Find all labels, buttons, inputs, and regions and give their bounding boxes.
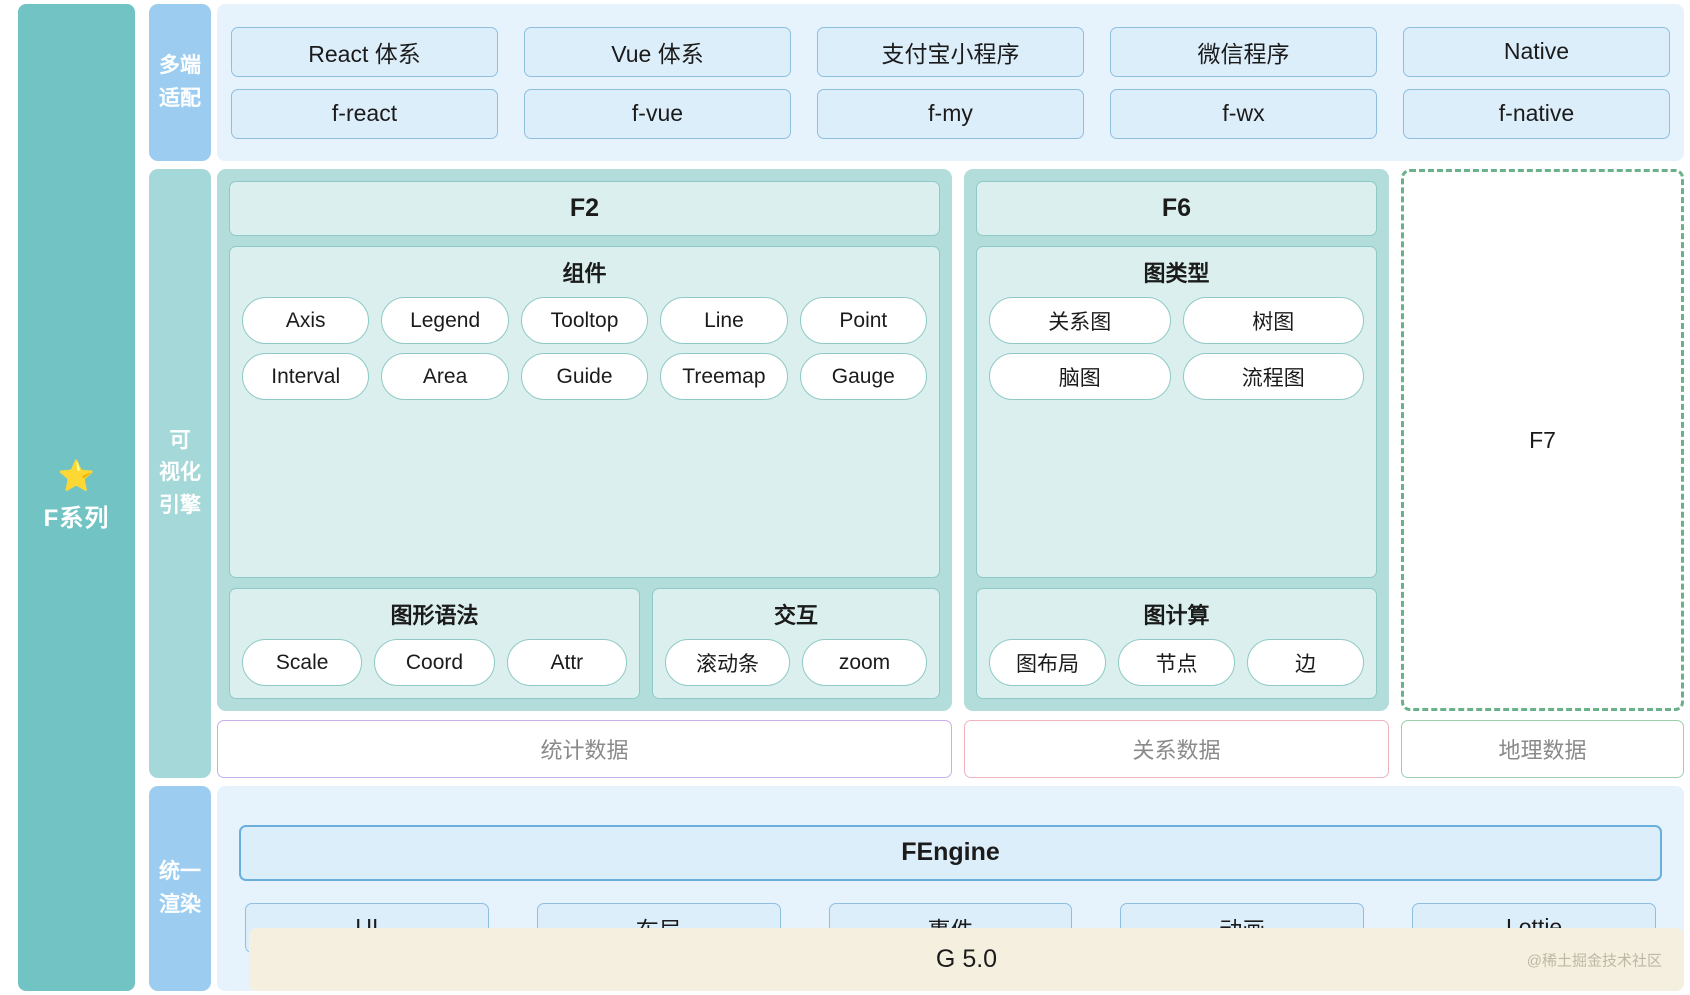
brand-label: F系列 — [43, 505, 110, 532]
star-icon: ⭐ — [57, 460, 96, 493]
f7-card: F7 — [1401, 169, 1684, 711]
component-pill: Treemap — [660, 353, 788, 400]
stage-label-line: 可 — [169, 428, 191, 452]
stage-label-line: 多端 — [159, 53, 201, 77]
f2-grammar-card: 图形语法 Scale Coord Attr — [229, 588, 640, 699]
package-row: f-react f-vue f-my f-wx f-native — [231, 88, 1670, 139]
f2-components-title: 组件 — [562, 261, 607, 286]
f6-graph-compute-title: 图计算 — [1143, 603, 1210, 628]
brand-rail: ⭐ F系列 — [0, 0, 143, 995]
f6-graph-compute-row: 图布局 节点边 — [989, 639, 1364, 686]
engine-row: F2 组件 Axis Legend Tooltop Line Point Interva… — [217, 169, 1684, 711]
f2-components-row-1: Axis Legend Tooltop Line Point — [242, 297, 928, 344]
interaction-pill: zoom — [802, 639, 927, 686]
footer-band: G 5.0 @稀土掘金技术社区 — [249, 928, 1684, 991]
grammar-pill: Attr — [506, 639, 627, 686]
component-pill: Point — [799, 297, 928, 344]
f2-title: F2 — [229, 181, 940, 236]
watermark: @稀土掘金技术社区 — [1526, 952, 1662, 969]
component-pill: Area — [381, 353, 509, 400]
f2-card: F2 组件 Axis Legend Tooltop Line Point Interva… — [217, 169, 952, 711]
graph-compute-pill: 边 — [1247, 639, 1364, 686]
stage-label-line: 渲染 — [159, 892, 201, 916]
component-pill: Interval — [242, 353, 370, 400]
package-chip: f-my — [817, 88, 1084, 139]
relational-data-box: 关系数据 — [964, 720, 1389, 778]
grammar-pill: Scale — [242, 639, 363, 686]
f2-lower-row: 图形语法 Scale Coord Attr 交互 滚动条 zoom — [229, 588, 940, 699]
platform-chip: 支付宝小程序 — [817, 26, 1084, 77]
statistic-data-box: 统计数据 — [217, 720, 952, 778]
stage-label-visualization: 可视化 引擎 — [149, 169, 211, 778]
package-chip: f-vue — [524, 88, 791, 139]
component-pill: Tooltop — [520, 297, 649, 344]
f2-grammar-title: 图形语法 — [390, 603, 479, 628]
f2-interaction-title: 交互 — [773, 603, 818, 628]
stage-label-line: 视化 — [159, 461, 201, 485]
fengine-bar: FEngine — [239, 824, 1662, 881]
multi-platform-band: React 体系 Vue 体系 支付宝小程序 微信程序 Native f-react f-… — [217, 4, 1684, 161]
grammar-pill: Coord — [374, 639, 495, 686]
stage-label-render: 统一 渲染 — [149, 786, 211, 991]
interaction-pill: 滚动条 — [665, 639, 790, 686]
component-pill: Gauge — [799, 353, 928, 400]
visualization-band: F2 组件 Axis Legend Tooltop Line Point Interva… — [217, 169, 1684, 778]
graph-type-pill: 流程图 — [1182, 353, 1364, 400]
f2-components-row-2: Interval Area Guide Treemap Gauge — [242, 353, 928, 400]
f6-graph-compute-card: 图计算 图布局 节点边 — [976, 588, 1377, 699]
f2-interaction-card: 交互 滚动条 zoom — [652, 588, 940, 699]
graph-compute-pill: 节点 — [1118, 639, 1235, 686]
graph-type-pill: 关系图 — [989, 297, 1171, 344]
footer-label: G 5.0 — [935, 945, 998, 973]
architecture-diagram: ⭐ F系列 多端适配 可视化引擎 统一渲染 React 体系 Vue 体系 支付宝小… — [0, 0, 1690, 995]
package-chip: f-react — [231, 88, 498, 139]
f6-graph-types-row-2: 脑图 流程图 — [989, 353, 1364, 400]
geographic-data-box: 地理数据 — [1401, 720, 1684, 778]
graph-type-pill: 树图 — [1182, 297, 1364, 344]
platform-chip: React 体系 — [231, 26, 498, 77]
component-pill: Guide — [520, 353, 649, 400]
platform-chip: 微信程序 — [1110, 26, 1377, 77]
f6-graph-types-title: 图类型 — [1143, 261, 1210, 286]
f2-components-card: 组件 Axis Legend Tooltop Line Point Interval Ar… — [229, 246, 940, 578]
data-layer-row: 统计数据 关系数据 地理数据 — [217, 720, 1684, 778]
platform-row: React 体系 Vue 体系 支付宝小程序 微信程序 Native — [231, 26, 1670, 77]
f6-card: F6 图类型 关系图 树图 脑图 流程图 图计算 图布局 节点边 — [964, 169, 1389, 711]
f2-grammar-row: Scale Coord Attr — [242, 639, 627, 686]
platform-chip: Vue 体系 — [524, 26, 791, 77]
component-pill: Line — [660, 297, 788, 344]
stage-label-column: 多端适配 可视化引擎 统一渲染 — [143, 0, 217, 995]
graph-compute-pill: 图布局 — [989, 639, 1106, 686]
f6-title: F6 — [976, 181, 1377, 236]
platform-chip: Native — [1403, 26, 1670, 77]
stage-label-line: 统一 — [159, 859, 201, 883]
main-content: React 体系 Vue 体系 支付宝小程序 微信程序 Native f-react f-… — [217, 0, 1690, 995]
brand-box: ⭐ F系列 — [18, 4, 135, 991]
f2-interaction-row: 滚动条 zoom — [665, 639, 927, 686]
stage-label-multi-platform: 多端 适配 — [149, 4, 211, 161]
f6-graph-types-row-1: 关系图 树图 — [989, 297, 1364, 344]
component-pill: Legend — [381, 297, 509, 344]
component-pill: Axis — [242, 297, 370, 344]
graph-type-pill: 脑图 — [989, 353, 1171, 400]
package-chip: f-wx — [1110, 88, 1377, 139]
package-chip: f-native — [1403, 88, 1670, 139]
f6-graph-types-card: 图类型 关系图 树图 脑图 流程图 — [976, 246, 1377, 578]
stage-label-line: 引擎 — [159, 493, 201, 517]
stage-label-line: 适配 — [159, 86, 201, 110]
